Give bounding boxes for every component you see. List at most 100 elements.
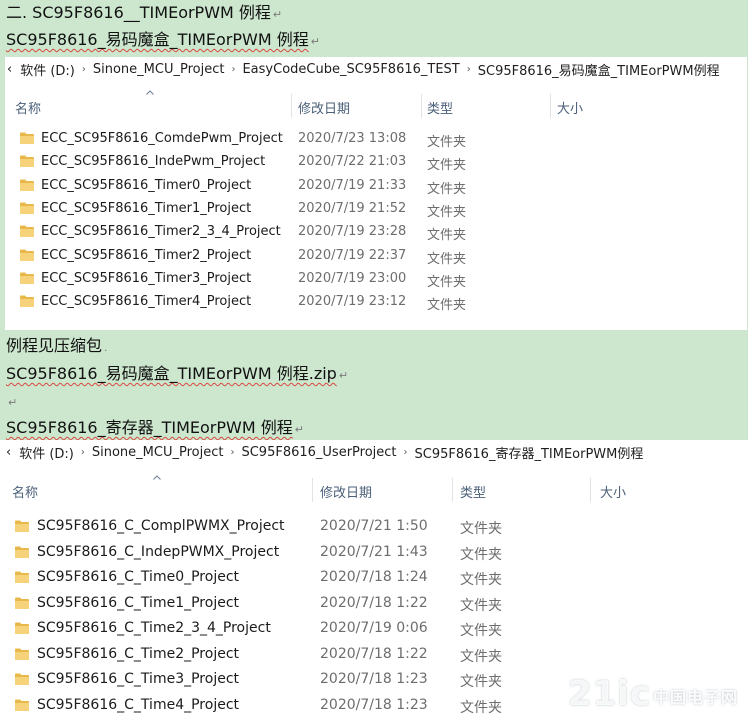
explorer-window-register: ‹ 软件 (D:) › Sinone_MCU_Project › SC95F86…: [0, 440, 748, 720]
column-header-date[interactable]: 修改日期: [298, 98, 350, 117]
column-divider[interactable]: [590, 478, 591, 502]
folder-icon: [19, 178, 35, 196]
column-header-name[interactable]: 名称: [15, 98, 41, 117]
breadcrumb-item[interactable]: SC95F8616_UserProject: [237, 445, 400, 460]
file-name: ECC_SC95F8616_Timer0_Project: [41, 177, 252, 193]
modified-date: 2020/7/19 23:28: [298, 224, 407, 240]
doc-heading-text: 二. SC95F8616__TIMEorPWM 例程: [6, 3, 271, 22]
doc-heading-text: SC95F8616_易码魔盒_TIMEorPWM 例程: [6, 30, 309, 49]
folder-icon: [14, 545, 30, 563]
column-header-type[interactable]: 类型: [460, 482, 486, 501]
list-item[interactable]: ECC_SC95F8616_Timer2_Project 2020/7/19 22…: [5, 245, 747, 268]
list-item[interactable]: SC95F8616_C_Time2_3_4_Project 2020/7/19 0…: [0, 617, 748, 643]
list-item[interactable]: SC95F8616_C_Time1_Project 2020/7/18 1:22 文…: [0, 592, 748, 618]
chevron-right-icon[interactable]: ›: [78, 447, 88, 458]
list-item[interactable]: SC95F8616_C_IndepPWMX_Project 2020/7/21 1…: [0, 541, 748, 567]
folder-icon: [19, 224, 35, 242]
folder-icon: [14, 672, 30, 690]
breadcrumb-item[interactable]: SC95F8616_易码魔盒_TIMEorPWM例程: [474, 60, 724, 79]
column-header-type[interactable]: 类型: [427, 98, 453, 117]
modified-date: 2020/7/19 21:52: [298, 200, 407, 216]
breadcrumb: ‹ 软件 (D:) › Sinone_MCU_Project › EasyCod…: [5, 57, 747, 81]
file-name: ECC_SC95F8616_Timer1_Project: [41, 200, 252, 216]
paragraph-mark-icon: .: [104, 341, 108, 354]
column-divider[interactable]: [291, 94, 292, 118]
modified-date: 2020/7/19 23:00: [298, 270, 407, 286]
column-header-date[interactable]: 修改日期: [320, 482, 372, 501]
breadcrumb-item[interactable]: 软件 (D:): [16, 60, 79, 79]
breadcrumb: ‹ 软件 (D:) › Sinone_MCU_Project › SC95F86…: [0, 440, 748, 464]
sort-ascending-icon: [153, 475, 161, 480]
folder-icon: [14, 519, 30, 537]
breadcrumb-item[interactable]: Sinone_MCU_Project: [89, 62, 229, 77]
doc-heading-ecc-example: SC95F8616_易码魔盒_TIMEorPWM 例程 ↵: [6, 29, 320, 53]
breadcrumb-item[interactable]: EasyCodeCube_SC95F8616_TEST: [238, 62, 463, 77]
modified-date: 2020/7/18 1:22: [320, 645, 428, 662]
breadcrumb-overflow[interactable]: ‹: [0, 445, 15, 460]
list-item[interactable]: ECC_SC95F8616_ComdePwm_Project 2020/7/23 …: [5, 128, 747, 151]
file-type: 文件夹: [460, 521, 502, 537]
breadcrumb-item[interactable]: 软件 (D:): [15, 443, 78, 462]
doc-heading-timeorpwm: 二. SC95F8616__TIMEorPWM 例程 ↵: [6, 2, 282, 26]
column-divider[interactable]: [421, 94, 422, 118]
list-item[interactable]: ECC_SC95F8616_Timer0_Project 2020/7/19 21…: [5, 175, 747, 198]
doc-heading-text: SC95F8616_寄存器_TIMEorPWM 例程: [6, 418, 293, 437]
file-type: 文件夹: [427, 298, 467, 314]
list-item[interactable]: ECC_SC95F8616_IndePwm_Project 2020/7/22 2…: [5, 151, 747, 174]
modified-date: 2020/7/18 1:23: [320, 671, 428, 687]
file-name: ECC_SC95F8616_ComdePwm_Project: [41, 131, 283, 146]
list-item[interactable]: ECC_SC95F8616_Timer2_3_4_Project 2020/7/1…: [5, 221, 747, 244]
folder-icon: [19, 271, 35, 289]
sort-ascending-icon: [146, 90, 154, 95]
modified-date: 2020/7/23 13:08: [298, 131, 407, 146]
chevron-right-icon[interactable]: ›: [228, 64, 238, 75]
breadcrumb-item[interactable]: Sinone_MCU_Project: [88, 445, 228, 460]
doc-note-text: 例程见压缩包: [6, 336, 103, 355]
doc-attachment-text: SC95F8616_易码魔盒_TIMEorPWM 例程.zip: [6, 364, 337, 383]
breadcrumb-overflow[interactable]: ‹: [5, 62, 16, 77]
file-name: SC95F8616_C_Time2_3_4_Project: [37, 620, 271, 636]
chevron-right-icon[interactable]: ›: [227, 447, 237, 458]
column-header-name[interactable]: 名称: [12, 482, 38, 501]
file-type: 文件夹: [460, 648, 502, 665]
list-item[interactable]: ECC_SC95F8616_Timer4_Project 2020/7/19 23…: [5, 291, 747, 314]
folder-icon: [14, 596, 30, 614]
file-name: SC95F8616_C_Time4_Project: [37, 696, 240, 713]
list-item[interactable]: SC95F8616_C_Time0_Project 2020/7/18 1:24 文…: [0, 566, 748, 592]
folder-icon: [19, 201, 35, 219]
column-divider[interactable]: [312, 478, 313, 502]
list-item[interactable]: ECC_SC95F8616_Timer3_Project 2020/7/19 23…: [5, 268, 747, 291]
chevron-right-icon[interactable]: ›: [401, 447, 411, 458]
file-type: 文件夹: [427, 135, 467, 150]
list-item[interactable]: SC95F8616_C_Time2_Project 2020/7/18 1:22 文…: [0, 643, 748, 669]
column-divider[interactable]: [452, 478, 453, 502]
folder-icon: [19, 154, 35, 172]
paragraph-mark-icon: ↵: [8, 396, 18, 409]
file-name: ECC_SC95F8616_Timer2_Project: [41, 247, 252, 263]
column-divider[interactable]: [550, 94, 551, 118]
file-name: SC95F8616_C_Time0_Project: [37, 569, 240, 585]
folder-icon: [14, 621, 30, 639]
modified-date: 2020/7/21 1:43: [320, 543, 428, 560]
breadcrumb-item[interactable]: SC95F8616_寄存器_TIMEorPWM例程: [411, 443, 648, 462]
watermark-logo: 21ic 中国电子网: [568, 674, 738, 714]
file-name: ECC_SC95F8616_IndePwm_Project: [41, 154, 266, 170]
column-header-size[interactable]: 大小: [557, 98, 583, 117]
paragraph-mark-icon: ↵: [310, 35, 320, 48]
column-header-row: 名称 修改日期 类型 大小: [5, 90, 747, 118]
list-item[interactable]: SC95F8616_C_ComplPWMX_Project 2020/7/21 1…: [0, 515, 748, 541]
modified-date: 2020/7/18 1:24: [320, 569, 428, 585]
file-name: SC95F8616_C_Time1_Project: [37, 594, 240, 611]
chevron-right-icon[interactable]: ›: [79, 64, 89, 75]
file-type: 文件夹: [460, 699, 502, 716]
chevron-right-icon[interactable]: ›: [464, 64, 474, 75]
list-item[interactable]: ECC_SC95F8616_Timer1_Project 2020/7/19 21…: [5, 198, 747, 221]
folder-icon: [19, 294, 35, 312]
doc-note-archive: 例程见压缩包.: [6, 335, 108, 359]
folder-icon: [14, 570, 30, 588]
file-type: 文件夹: [460, 597, 502, 614]
column-header-size[interactable]: 大小: [600, 482, 626, 501]
modified-date: 2020/7/19 21:33: [298, 177, 407, 193]
file-name: ECC_SC95F8616_Timer3_Project: [41, 270, 252, 286]
file-type: 文件夹: [427, 251, 467, 267]
